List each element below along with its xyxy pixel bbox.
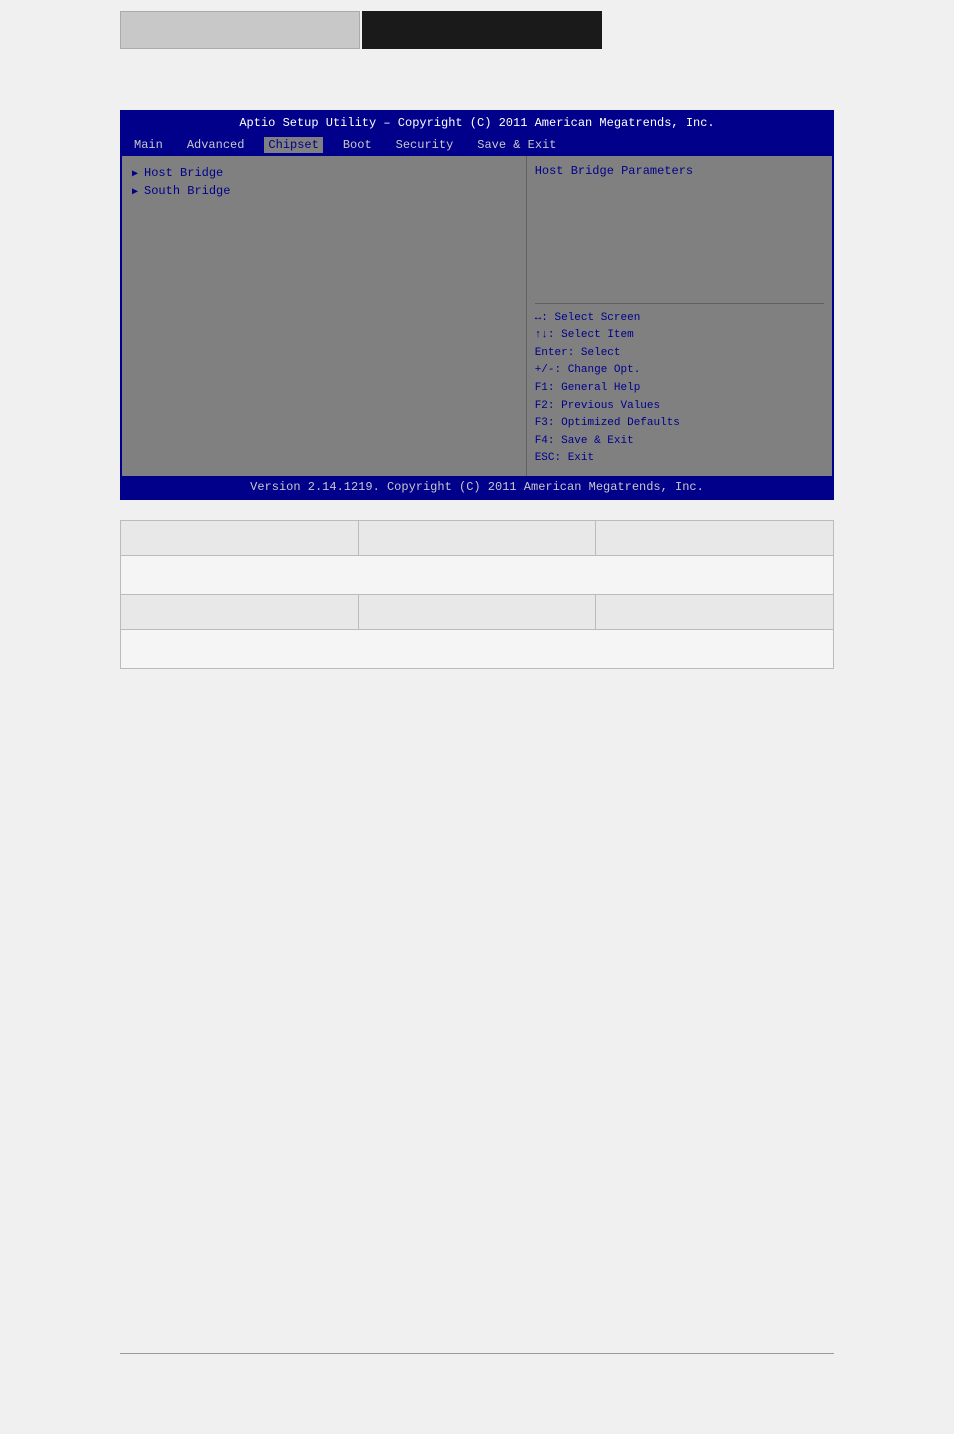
table-cell-1-3	[596, 521, 834, 556]
table-cell-3-3	[596, 595, 834, 630]
key-select-item: ↑↓: Select Item	[535, 327, 824, 345]
bios-nav-main[interactable]: Main	[130, 137, 167, 153]
key-esc: ESC: Exit	[535, 450, 824, 468]
bios-right-panel: Host Bridge Parameters ↔: Select Screen …	[527, 156, 832, 476]
table-row-4	[121, 630, 834, 669]
table-cell-3-2	[358, 595, 596, 630]
bios-nav-chipset[interactable]: Chipset	[264, 137, 322, 153]
bios-nav-advanced[interactable]: Advanced	[183, 137, 249, 153]
key-change-opt: +/-: Change Opt.	[535, 362, 824, 380]
bios-help-divider	[535, 303, 824, 304]
key-f4: F4: Save & Exit	[535, 433, 824, 451]
bios-container: Aptio Setup Utility – Copyright (C) 2011…	[120, 110, 834, 500]
key-select-screen: ↔: Select Screen	[535, 310, 824, 328]
bios-nav-save-exit[interactable]: Save & Exit	[473, 137, 560, 153]
bios-menu-south-bridge[interactable]: South Bridge	[126, 182, 522, 200]
header-left-block	[120, 11, 360, 49]
bios-footer: Version 2.14.1219. Copyright (C) 2011 Am…	[122, 476, 832, 498]
bios-title: Aptio Setup Utility – Copyright (C) 2011…	[122, 112, 832, 134]
table-row-2	[121, 556, 834, 595]
table-cell-1-2	[358, 521, 596, 556]
table-row-3	[121, 595, 834, 630]
header-right-block	[362, 11, 602, 49]
table-row-1	[121, 521, 834, 556]
table-cell-3-1	[121, 595, 359, 630]
bios-menu-host-bridge[interactable]: Host Bridge	[126, 164, 522, 182]
key-f1: F1: General Help	[535, 380, 824, 398]
bios-key-help: ↔: Select Screen ↑↓: Select Item Enter: …	[535, 310, 824, 468]
bios-left-panel: Host Bridge South Bridge	[122, 156, 527, 476]
table-cell-2-full	[121, 556, 834, 595]
bottom-divider	[120, 1353, 834, 1354]
bios-content: Host Bridge South Bridge Host Bridge Par…	[122, 156, 832, 476]
key-f3: F3: Optimized Defaults	[535, 415, 824, 433]
bios-nav: Main Advanced Chipset Boot Security Save…	[122, 134, 832, 156]
top-header	[0, 0, 954, 60]
bios-nav-boot[interactable]: Boot	[339, 137, 376, 153]
key-enter: Enter: Select	[535, 345, 824, 363]
table-cell-4-full	[121, 630, 834, 669]
bios-nav-security[interactable]: Security	[392, 137, 458, 153]
bios-help-text: Host Bridge Parameters	[535, 164, 824, 297]
table-cell-1-1	[121, 521, 359, 556]
key-f2: F2: Previous Values	[535, 398, 824, 416]
info-table	[120, 520, 834, 669]
page-wrapper: Aptio Setup Utility – Copyright (C) 2011…	[0, 0, 954, 1434]
